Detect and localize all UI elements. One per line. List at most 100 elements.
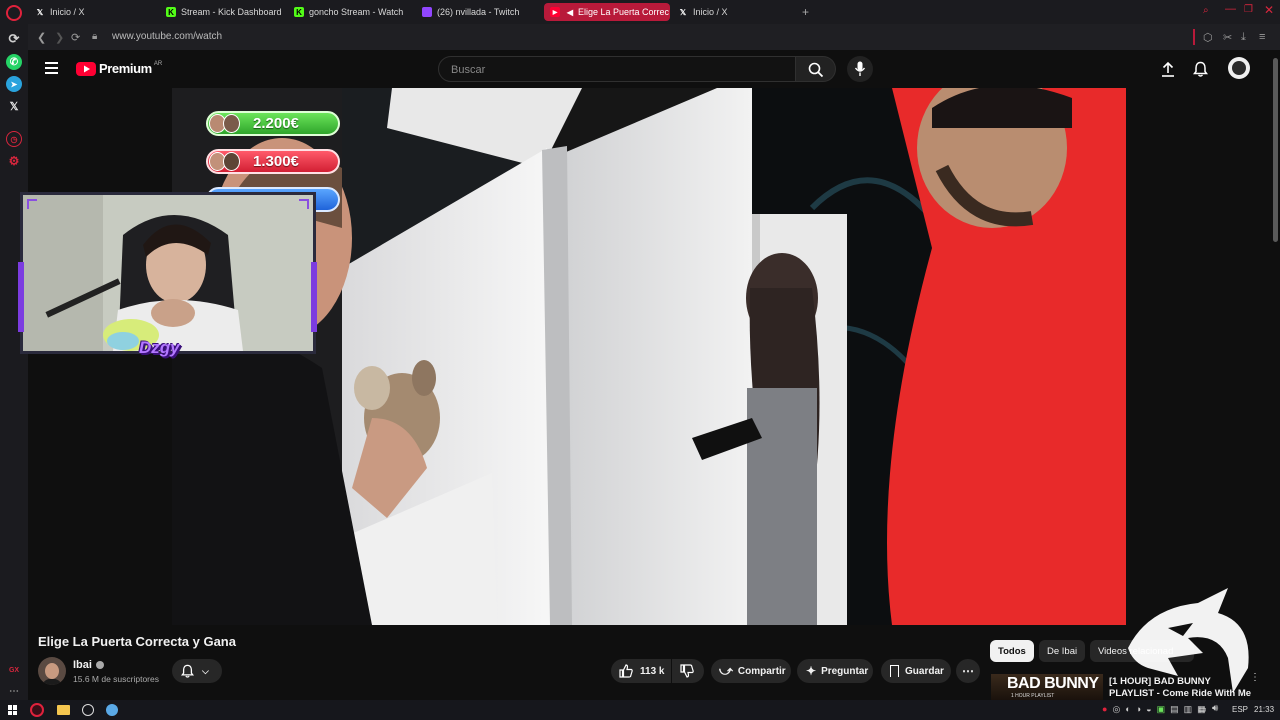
ask-button[interactable]: ✦ Preguntar: [797, 659, 873, 683]
speaker-icon[interactable]: ◀: [565, 7, 575, 17]
steam-icon[interactable]: [106, 704, 118, 716]
tray-app-icon[interactable]: ▣: [1157, 704, 1166, 715]
like-count: 113 k: [640, 665, 665, 677]
search-button[interactable]: [796, 56, 836, 82]
subscriber-count: 15.6 M de suscriptores: [73, 674, 159, 684]
tray-app-icon[interactable]: ◎: [1112, 704, 1120, 715]
url-text[interactable]: www.youtube.com/watch: [112, 31, 222, 42]
tab-strip: 𝕏 Inicio / X K Stream - Kick Dashboard K…: [28, 0, 1280, 24]
minimize-icon[interactable]: —: [1225, 3, 1236, 15]
youtube-header: Premium AR: [28, 50, 1270, 88]
recommendation-thumbnail[interactable]: BAD BUNNY 1 HOUR PLAYLIST: [991, 674, 1103, 700]
tray-app-icon[interactable]: ◑: [1136, 704, 1141, 715]
share-button[interactable]: ⤻ Compartir: [711, 659, 791, 683]
menu-icon[interactable]: ≡: [1259, 31, 1265, 43]
save-button[interactable]: Guardar: [881, 659, 951, 683]
telegram-icon[interactable]: ➤: [6, 76, 22, 92]
whatsapp-icon[interactable]: ✆: [6, 54, 22, 70]
tray-app-icon[interactable]: ▤: [1170, 704, 1179, 715]
history-icon[interactable]: ◷: [6, 131, 22, 147]
tab-x-home[interactable]: 𝕏 Inicio / X: [35, 3, 155, 21]
tab-kick-dashboard[interactable]: K Stream - Kick Dashboard: [166, 3, 284, 21]
more-icon[interactable]: ⋯: [6, 683, 22, 699]
back-icon[interactable]: ❮: [37, 31, 46, 44]
scrollbar-thumb[interactable]: [1273, 58, 1278, 242]
volume-icon[interactable]: 🔊︎: [1212, 703, 1218, 714]
gx-icon[interactable]: GX: [6, 662, 22, 678]
search-box: [438, 56, 796, 82]
save-label: Guardar: [905, 665, 944, 677]
hamburger-menu-icon[interactable]: [45, 62, 58, 74]
download-icon[interactable]: ⤓: [1241, 31, 1246, 44]
subscription-bell-button[interactable]: ⌵: [172, 659, 222, 683]
chips-next-icon[interactable]: ⋮: [1250, 672, 1260, 683]
score-bar-green: 2.200€: [206, 111, 340, 136]
webcam-side-accent: [311, 262, 317, 332]
maximize-icon[interactable]: ❐: [1244, 4, 1253, 15]
youtube-premium-logo[interactable]: Premium AR: [76, 61, 162, 76]
channel-name[interactable]: Ibai: [73, 659, 92, 671]
forward-icon[interactable]: ❯: [55, 31, 64, 44]
chip-de-ibai[interactable]: De Ibai: [1039, 640, 1086, 662]
discord-icon[interactable]: [82, 704, 94, 716]
tab-label: Inicio / X: [50, 7, 85, 17]
extensions-icon[interactable]: ⬡: [1203, 31, 1213, 44]
tray-mic-icon[interactable]: ●: [1102, 704, 1107, 715]
search-tabs-icon[interactable]: ⌕: [1203, 5, 1209, 16]
like-button[interactable]: 113 k: [611, 659, 671, 683]
dragon-logo-watermark: [1128, 588, 1249, 693]
tab-x-home-2[interactable]: 𝕏 Inicio / X: [678, 3, 788, 21]
new-tab-button[interactable]: +: [802, 3, 816, 21]
tab-label: Inicio / X: [693, 7, 728, 17]
clock[interactable]: 21:33: [1254, 705, 1274, 714]
chip-todos[interactable]: Todos: [990, 640, 1034, 662]
network-icon[interactable]: ▭: [1198, 704, 1207, 715]
streamer-webcam: [20, 192, 316, 354]
more-actions-button[interactable]: ⋯: [956, 659, 980, 683]
search-input[interactable]: [451, 62, 781, 78]
notifications-bell-icon[interactable]: [1193, 61, 1208, 77]
sync-icon[interactable]: ⟳: [6, 31, 22, 47]
score-value: 2.200€: [253, 115, 299, 132]
score-value: 1.300€: [253, 153, 299, 170]
windows-start-icon[interactable]: [8, 705, 18, 715]
voice-search-button[interactable]: [847, 56, 873, 82]
taskbar: ● ◎ ◐ ◑ ◒ ▣ ▤ ▥ ▦ ▭ 🔊︎ ESP 21:33: [0, 700, 1280, 720]
opera-gx-taskbar-icon[interactable]: [30, 703, 44, 717]
settings-icon[interactable]: ⚙: [6, 153, 22, 169]
snapshot-icon[interactable]: ✂: [1223, 31, 1232, 44]
opera-logo-icon[interactable]: [6, 5, 22, 21]
verified-icon: [95, 661, 104, 669]
webcam-side-accent: [18, 262, 24, 332]
chevron-down-icon: ⌵: [202, 665, 209, 676]
page-scrollbar[interactable]: [1272, 50, 1280, 700]
youtube-logo-icon: ▶: [550, 7, 560, 17]
tab-label: Stream - Kick Dashboard: [181, 7, 282, 17]
kick-logo-icon: K: [294, 7, 304, 17]
reload-icon[interactable]: ⟳: [71, 31, 80, 44]
chip-label: De Ibai: [1047, 645, 1078, 657]
ask-label: Preguntar: [821, 665, 869, 677]
x-sidebar-icon[interactable]: 𝕏: [6, 98, 22, 114]
score-bar-red: 1.300€: [206, 149, 340, 174]
upload-icon[interactable]: [1161, 61, 1175, 77]
tray-app-icon[interactable]: ◒: [1146, 704, 1151, 715]
tab-youtube-active[interactable]: ▶ ◀ Elige La Puerta Correc: [544, 3, 670, 21]
account-avatar[interactable]: [1228, 57, 1250, 79]
tray-app-icon[interactable]: ◐: [1125, 704, 1130, 715]
chip-label: Todos: [998, 645, 1026, 657]
file-explorer-icon[interactable]: [57, 705, 70, 715]
tab-kick-goncho[interactable]: K goncho Stream - Watch L: [294, 3, 406, 21]
bookmark-icon: [890, 665, 899, 677]
thumbnail-subtitle-text: 1 HOUR PLAYLIST: [1011, 693, 1055, 699]
dislike-button[interactable]: [672, 659, 704, 683]
language-indicator[interactable]: ESP: [1232, 705, 1248, 714]
tab-twitch[interactable]: (26) nvillada - Twitch: [422, 3, 544, 21]
microphone-icon: [854, 61, 866, 76]
channel-avatar[interactable]: [38, 657, 66, 685]
tray-app-icon[interactable]: ▥: [1184, 704, 1193, 715]
tray-icons[interactable]: ● ◎ ◐ ◑ ◒ ▣ ▤ ▥ ▦: [1102, 704, 1206, 715]
x-logo-icon: 𝕏: [679, 7, 687, 17]
thumbnail-title-text: BAD BUNNY: [1007, 675, 1099, 692]
close-window-icon[interactable]: ✕: [1264, 3, 1274, 17]
